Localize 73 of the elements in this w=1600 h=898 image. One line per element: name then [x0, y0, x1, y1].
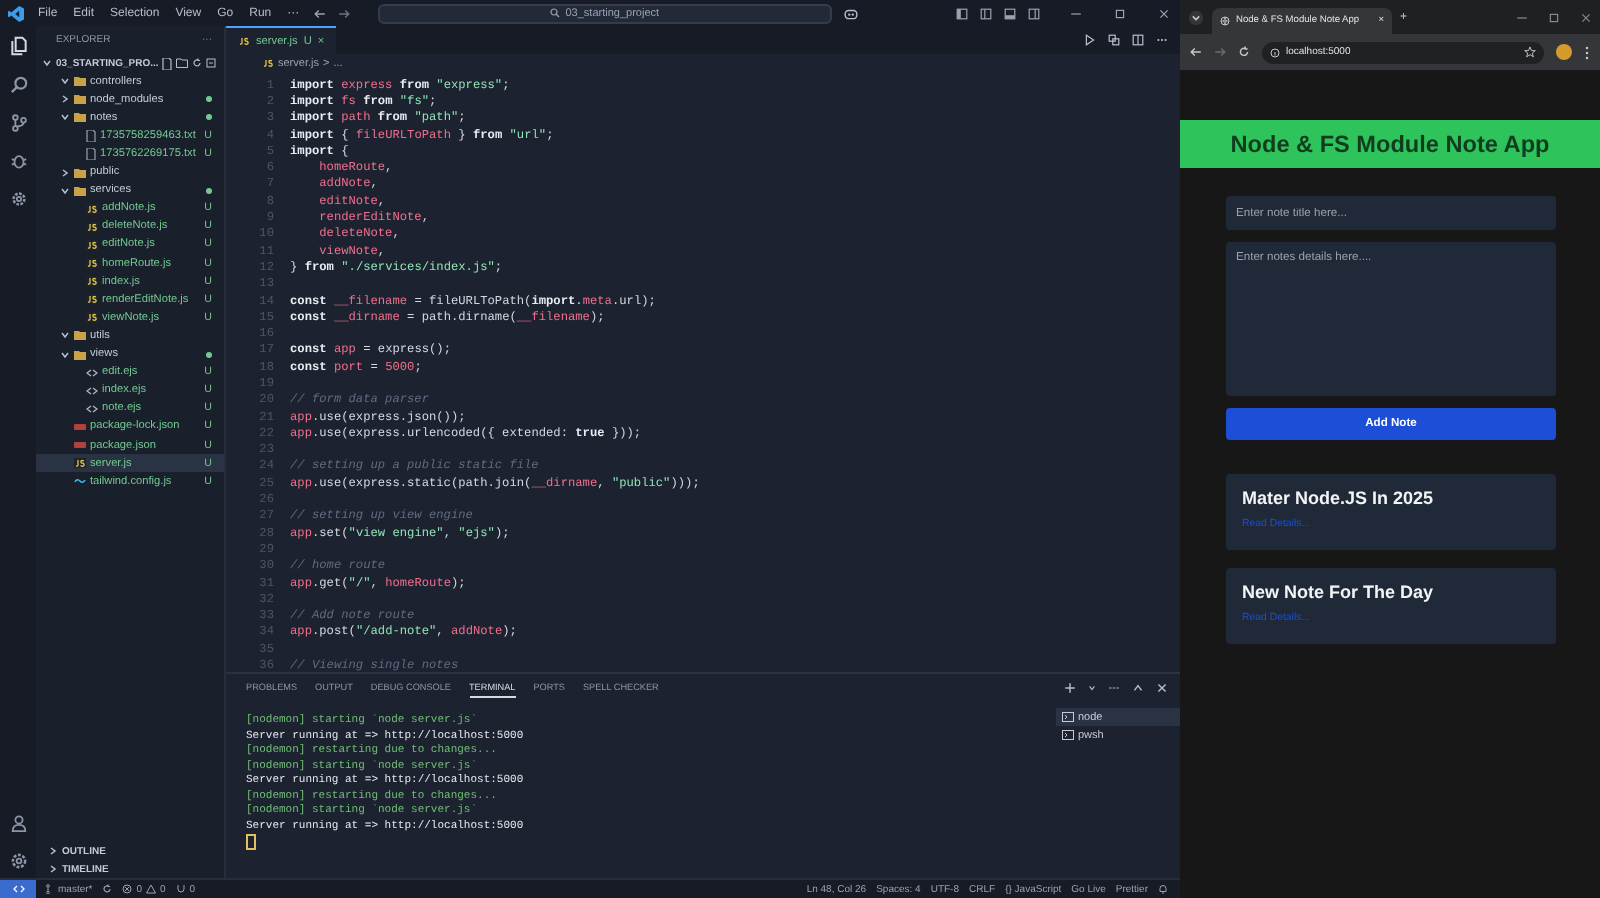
gear-icon[interactable] — [9, 190, 27, 208]
new-folder-icon[interactable] — [176, 58, 189, 69]
js-file-icon — [86, 239, 98, 250]
js-file-icon — [86, 312, 98, 323]
secondary-sidebar-icon[interactable] — [1028, 7, 1040, 19]
collapse-all-icon[interactable] — [206, 58, 217, 69]
ellipsis-icon[interactable] — [1108, 681, 1120, 693]
search-icon — [549, 8, 560, 18]
warning-icon — [146, 884, 157, 894]
chevron-right-icon — [60, 167, 70, 178]
plus-icon[interactable] — [1064, 681, 1076, 693]
back-arrow-icon[interactable] — [1190, 46, 1202, 58]
remote-icon — [11, 884, 25, 894]
js-file-icon — [86, 221, 98, 232]
close-icon[interactable] — [1156, 7, 1172, 19]
sidebar-toggle-icon[interactable] — [980, 7, 992, 19]
close-icon[interactable] — [1580, 11, 1592, 23]
account-icon[interactable] — [9, 814, 27, 832]
page-heading: Node & FS Module Note App — [1230, 130, 1550, 158]
chevron-right-icon — [60, 94, 70, 105]
chevron-down-icon — [60, 185, 70, 196]
new-file-icon[interactable] — [162, 57, 173, 70]
refresh-icon[interactable] — [192, 58, 203, 69]
branch-icon — [46, 884, 54, 894]
port-icon — [175, 884, 186, 894]
files-icon[interactable] — [9, 36, 27, 56]
minimize-icon[interactable] — [1068, 7, 1084, 19]
compare-icon[interactable] — [1108, 34, 1120, 46]
error-icon — [122, 884, 133, 894]
maximize-icon[interactable] — [1112, 7, 1128, 19]
note-title: Mater Node.JS In 2025 — [1242, 488, 1436, 508]
menu-icon[interactable] — [1584, 45, 1590, 59]
profile-avatar[interactable] — [1556, 44, 1572, 60]
terminal-cursor — [246, 834, 256, 850]
angle-brackets-icon — [86, 385, 98, 396]
angle-brackets-icon — [86, 367, 98, 378]
reload-icon[interactable] — [1238, 46, 1250, 58]
panel-toggle-icon[interactable] — [1004, 7, 1016, 19]
settings-icon[interactable] — [9, 852, 27, 870]
maximize-icon[interactable] — [1548, 11, 1560, 23]
js-file-icon — [86, 258, 98, 269]
copilot-icon[interactable] — [843, 7, 858, 19]
back-arrow-icon[interactable] — [313, 7, 326, 19]
run-icon[interactable] — [1084, 34, 1096, 46]
js-file-icon — [74, 458, 86, 469]
sync-icon[interactable] — [102, 884, 113, 894]
angle-brackets-icon — [86, 403, 98, 414]
layout-icon[interactable] — [956, 7, 968, 19]
note-title: New Note For The Day — [1242, 582, 1436, 602]
split-editor-icon[interactable] — [1132, 34, 1144, 46]
forward-arrow-icon[interactable] — [337, 7, 350, 19]
bug-icon[interactable] — [9, 152, 27, 170]
close-icon[interactable] — [1156, 681, 1168, 693]
app-logo-icon — [8, 5, 24, 21]
source-control-icon[interactable] — [9, 114, 27, 132]
tab-search-icon[interactable] — [1188, 9, 1204, 25]
terminal-icon — [1062, 712, 1074, 722]
site-info-icon — [1270, 47, 1280, 57]
js-file-icon — [86, 203, 98, 214]
globe-icon — [1220, 16, 1230, 26]
star-icon[interactable] — [1524, 46, 1536, 58]
maximize-panel-icon[interactable] — [1132, 681, 1144, 693]
js-file-icon — [238, 36, 250, 46]
js-file-icon — [262, 58, 274, 68]
js-file-icon — [86, 276, 98, 287]
bell-icon[interactable] — [1158, 884, 1168, 894]
minimize-icon[interactable] — [1516, 11, 1528, 23]
js-file-icon — [86, 294, 98, 305]
caret-icon[interactable] — [1088, 683, 1096, 691]
wave-icon — [74, 476, 86, 487]
chevron-down-icon — [60, 112, 70, 123]
terminal-icon — [1062, 730, 1074, 740]
search-icon[interactable] — [9, 76, 27, 94]
